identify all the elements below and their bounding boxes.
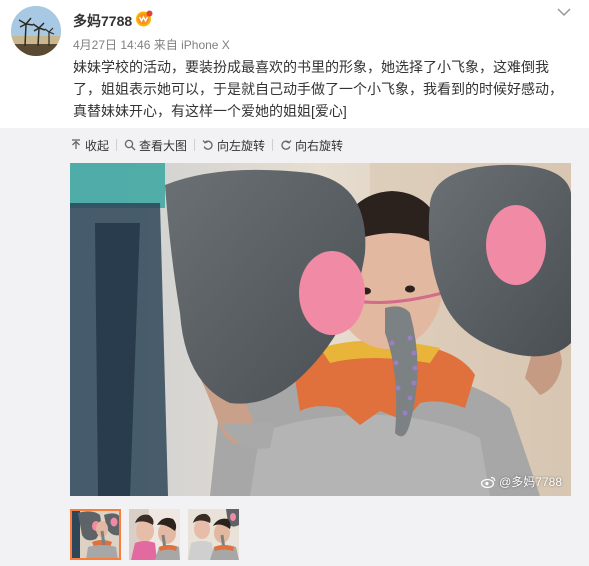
rotate-right-label: 向右旋转: [295, 138, 344, 153]
photo-child-elephant-costume: [70, 163, 571, 496]
main-photo[interactable]: @多妈7788: [70, 163, 571, 496]
post-text-line-2: 了，姐姐表示她可以，于是就自己动手做了一个小飞象，我看到的时候好感动，: [73, 81, 563, 97]
thumbnail-3[interactable]: [188, 509, 239, 560]
thumbnail-1-image: [70, 509, 121, 560]
author-name[interactable]: 多妈7788: [73, 11, 132, 31]
toolbar-divider: [272, 139, 274, 151]
collapse-button[interactable]: 收起: [70, 137, 109, 154]
heart-emoji-tag: [爱心]: [311, 103, 347, 119]
rotate-left-button[interactable]: 向左旋转: [202, 137, 265, 154]
avatar-image: [11, 6, 61, 56]
post-text: 妹妹学校的活动，要装扮成最喜欢的书里的形象，她选择了小飞象，这难倒我 了，姐姐表…: [73, 56, 573, 122]
weibo-post: 多妈7788 4月27日 14:46 来自 iPhone X 妹妹学校的活动，要…: [0, 0, 589, 566]
post-text-line-1: 妹妹学校的活动，要装扮成最喜欢的书里的形象，她选择了小飞象，这难倒我: [73, 59, 549, 75]
toolbar-divider: [194, 139, 196, 151]
rotate-left-icon: [202, 140, 213, 150]
watermark-text: @多妈7788: [499, 475, 562, 489]
post-text-line-3: 真替妹妹开心，有这样一个爱她的姐姐[爱心]: [73, 100, 573, 122]
toolbar-divider: [116, 139, 118, 151]
image-watermark: @多妈7788: [481, 473, 562, 490]
post-meta: 4月27日 14:46 来自 iPhone X: [73, 36, 230, 53]
post-date[interactable]: 4月27日 14:46: [73, 38, 150, 52]
vip-badge-icon[interactable]: [134, 10, 153, 27]
thumbnail-2-image: [129, 509, 180, 560]
thumbnail-1[interactable]: [70, 509, 121, 560]
avatar[interactable]: [11, 6, 61, 56]
view-large-button[interactable]: 查看大图: [124, 137, 187, 154]
rotate-left-label: 向左旋转: [217, 138, 266, 153]
post-text-line-3-body: 真替妹妹开心，有这样一个爱她的姐姐: [73, 103, 311, 119]
thumbnail-strip: [70, 509, 247, 560]
source-prefix: 来自: [153, 38, 178, 52]
collapse-icon: [72, 139, 80, 149]
post-source[interactable]: iPhone X: [181, 38, 230, 52]
rotate-right-icon: [281, 140, 292, 150]
thumbnail-3-image: [188, 509, 239, 560]
chevron-down-icon[interactable]: [556, 6, 572, 18]
media-toolbar: 收起 查看大图 向左旋转 向右旋转: [70, 136, 343, 154]
collapse-label: 收起: [85, 138, 110, 153]
weibo-icon: [481, 476, 496, 488]
thumbnail-2[interactable]: [129, 509, 180, 560]
rotate-right-button[interactable]: 向右旋转: [280, 137, 343, 154]
view-large-label: 查看大图: [139, 138, 188, 153]
zoom-icon: [124, 139, 136, 151]
